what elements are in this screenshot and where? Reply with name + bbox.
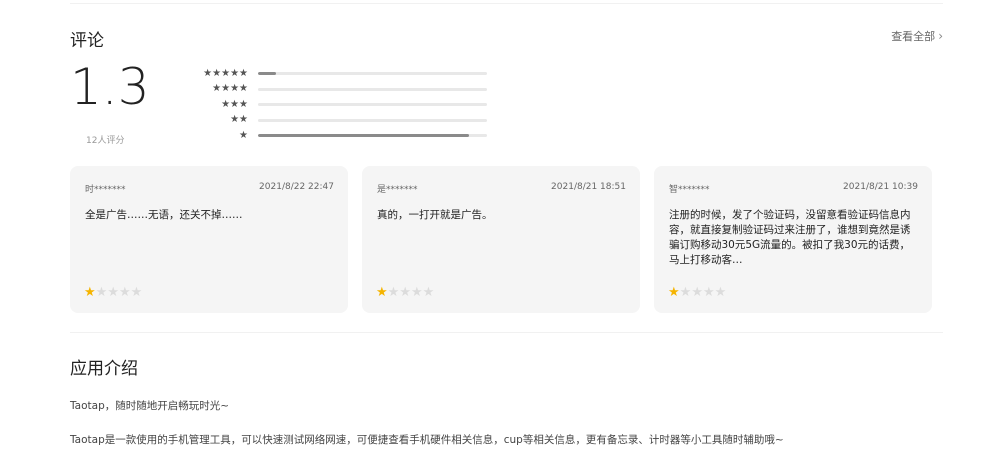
review-card[interactable]: 时******* 2021/8/22 22:47 全是广告……无语，还关不掉……… [70,166,348,313]
distribution-bar [258,72,487,76]
stars-label: ★ [239,129,248,141]
rating-distribution: ★★★★★ ★★★★ ★★★ ★★ ★ [150,66,487,144]
reviewer-name: 是******* [377,185,418,195]
distribution-row-5: ★★★★★ [150,66,487,82]
star-empty-icon: ★ [130,285,143,300]
reviewer-name: 智******* [669,185,710,195]
star-empty-icon: ★ [714,285,727,300]
distribution-row-3: ★★★ [150,97,487,113]
review-text: 全是广告……无语，还关不掉…… [85,209,243,221]
review-date: 2021/8/21 18:51 [551,182,626,192]
intro-line: Taotap，随时随地开启畅玩时光~ [70,400,230,412]
average-score: 1.3 [70,58,150,116]
stars-label: ★★★ [221,98,248,110]
star-empty-icon: ★ [410,285,423,300]
star-empty-icon: ★ [679,285,692,300]
review-text: 真的，一打开就是广告。 [377,209,493,221]
star-filled-icon: ★ [668,285,680,300]
review-date: 2021/8/22 22:47 [259,182,334,192]
view-all-link[interactable]: 查看全部 › [891,28,943,44]
star-empty-icon: ★ [387,285,400,300]
distribution-bar [258,87,487,91]
star-empty-icon: ★ [399,285,411,300]
distribution-row-1: ★ [150,128,487,144]
rating-count: 12人评分 [86,136,125,146]
view-all-label: 查看全部 [891,30,936,43]
distribution-row-4: ★★★★ [150,82,487,98]
review-card[interactable]: 是******* 2021/8/21 18:51 真的，一打开就是广告。 ★★★… [362,166,640,313]
star-rating: ★★★★★ [668,286,726,299]
review-date: 2021/8/21 10:39 [843,182,918,192]
distribution-bar [258,118,487,122]
stars-label: ★★ [230,114,248,126]
distribution-row-2: ★★ [150,113,487,129]
chevron-right-icon: › [938,29,943,43]
reviewer-name: 时******* [85,185,126,195]
review-card[interactable]: 智******* 2021/8/21 10:39 注册的时候，发了个验证码，没留… [654,166,932,313]
distribution-fill [258,72,277,76]
star-filled-icon: ★ [376,285,388,300]
star-rating: ★★★★★ [376,286,434,299]
intro-line: Taotap是一款使用的手机管理工具，可以快速测试网络网速，可便捷查看手机硬件相… [70,434,784,446]
star-rating: ★★★★★ [84,286,142,299]
star-empty-icon: ★ [107,285,119,300]
review-text: 注册的时候，发了个验证码，没留意看验证码信息内容，就直接复制验证码过来注册了，谁… [669,209,911,266]
reviews-title: 评论 [70,31,104,51]
section-divider [70,332,943,333]
star-empty-icon: ★ [118,285,131,300]
star-empty-icon: ★ [691,285,703,300]
star-empty-icon: ★ [422,285,435,300]
top-divider [70,3,943,4]
intro-title: 应用介绍 [70,359,138,379]
star-empty-icon: ★ [702,285,715,300]
distribution-fill [258,134,469,138]
stars-label: ★★★★★ [203,67,248,79]
distribution-bar [258,103,487,107]
star-filled-icon: ★ [84,285,96,300]
distribution-bar [258,134,487,138]
stars-label: ★★★★ [212,83,248,95]
star-empty-icon: ★ [95,285,108,300]
